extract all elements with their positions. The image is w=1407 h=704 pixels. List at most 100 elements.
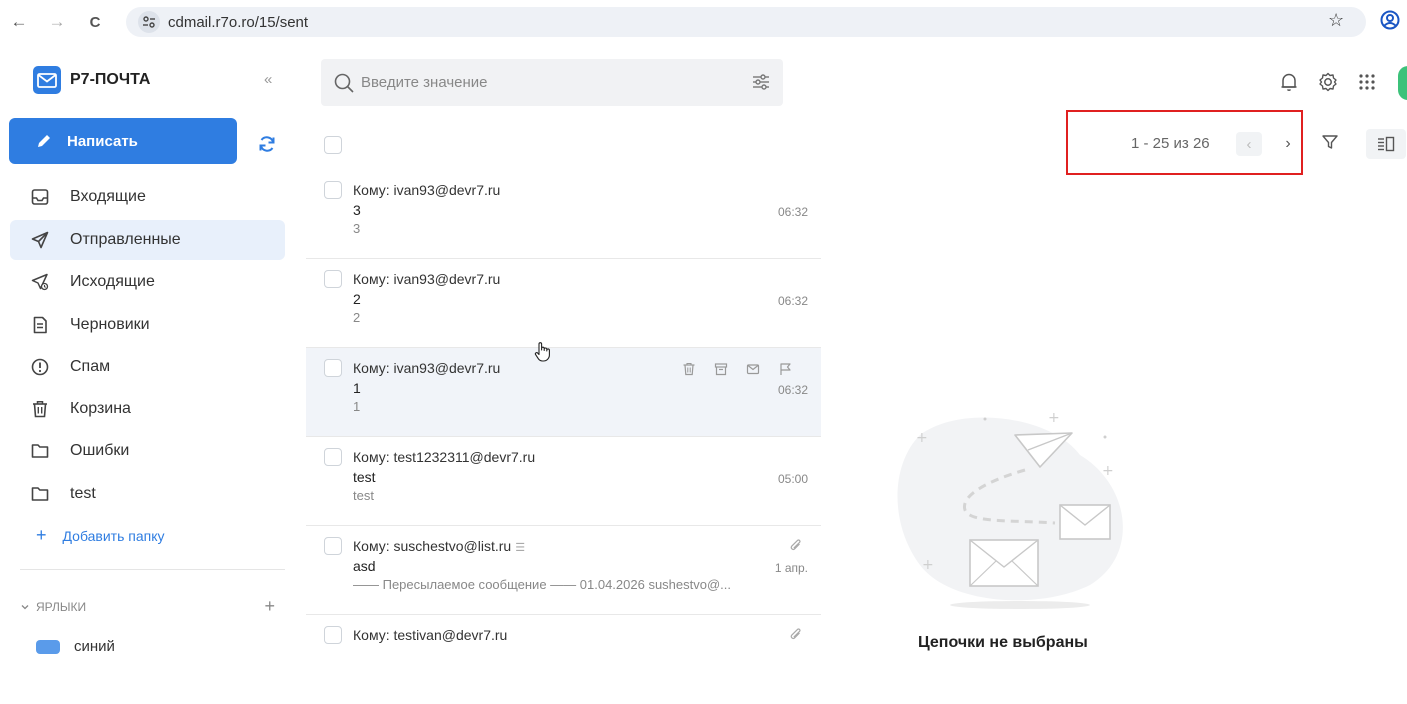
message-row[interactable]: Кому: ivan93@devr7.ru 2 2 06:32	[306, 259, 821, 348]
previous-page-button[interactable]: ‹	[1236, 132, 1262, 156]
folder-label: Корзина	[70, 400, 131, 417]
message-checkbox[interactable]	[324, 537, 342, 555]
message-checkbox[interactable]	[324, 270, 342, 288]
site-settings-icon[interactable]	[138, 11, 160, 33]
search-input[interactable]: Введите значение	[321, 59, 783, 106]
folder-errors[interactable]: Ошибки	[10, 431, 285, 471]
gear-icon[interactable]	[1317, 70, 1339, 94]
bookmark-star-icon[interactable]: ☆	[1328, 10, 1344, 31]
split-view-icon	[1378, 136, 1395, 152]
labels-heading: ЯРЛЫКИ	[36, 599, 87, 614]
mark-read-icon[interactable]	[746, 362, 760, 376]
folder-trash[interactable]: Корзина	[10, 389, 285, 429]
message-row[interactable]: Кому: suschestvo@list.ru ☰ asd —— Пересыл…	[306, 526, 821, 615]
message-recipient: Кому: test1232311@devr7.ru	[353, 449, 536, 465]
message-checkbox[interactable]	[324, 359, 342, 377]
folder-label: Ошибки	[70, 442, 130, 459]
trash-icon	[33, 401, 47, 418]
message-recipient: Кому: ivan93@devr7.ru	[353, 360, 501, 376]
svg-text:+: +	[1048, 410, 1060, 426]
folder-spam[interactable]: Спам	[10, 347, 285, 387]
message-time: 06:32	[777, 294, 808, 308]
message-checkbox[interactable]	[324, 181, 342, 199]
address-bar[interactable]: cdmail.r7o.ro/15/sent	[126, 7, 1366, 37]
apps-grid-icon[interactable]	[1357, 70, 1377, 94]
folder-drafts[interactable]: Черновики	[10, 305, 285, 345]
message-checkbox[interactable]	[324, 626, 342, 644]
folder-icon	[31, 487, 49, 501]
message-actions	[682, 362, 792, 376]
thread-icon: ☰	[515, 542, 526, 554]
pagination-range: 1 - 25 из 26	[1131, 135, 1210, 152]
next-page-button[interactable]: ›	[1278, 132, 1298, 156]
attachment-icon	[789, 627, 803, 648]
message-time: 06:32	[777, 205, 808, 219]
url-text: cdmail.r7o.ro/15/sent	[168, 13, 309, 31]
reload-icon[interactable]: C	[84, 11, 106, 33]
inbox-icon	[31, 189, 49, 205]
folder-label: Черновики	[70, 316, 150, 333]
chevron-down-icon	[21, 604, 29, 609]
layout-toggle-button[interactable]	[1366, 129, 1406, 159]
folder-sent[interactable]: Отправленные	[10, 220, 285, 260]
search-placeholder: Введите значение	[361, 74, 488, 91]
compose-label: Написать	[67, 132, 138, 150]
labels-section-header[interactable]: ЯРЛЫКИ +	[20, 596, 275, 617]
folder-label: Спам	[70, 358, 111, 375]
add-folder-button[interactable]: + Добавить папку	[36, 525, 165, 546]
message-recipient: Кому: ivan93@devr7.ru	[353, 182, 501, 198]
empty-state-text: Цепочки не выбраны	[918, 634, 1088, 651]
message-row[interactable]: Кому: ivan93@devr7.ru 1 1 06:32	[306, 348, 821, 437]
bell-icon[interactable]	[1279, 70, 1299, 94]
message-preview: 3	[353, 221, 361, 236]
drafts-icon	[33, 316, 47, 334]
message-preview: 2	[353, 310, 361, 325]
folder-inbox[interactable]: Входящие	[10, 177, 285, 217]
message-checkbox[interactable]	[324, 448, 342, 466]
folder-test[interactable]: test	[10, 474, 285, 514]
select-all-checkbox[interactable]	[324, 136, 342, 154]
attachment-icon	[789, 538, 803, 559]
search-icon	[334, 73, 354, 93]
spam-icon	[31, 358, 49, 376]
message-preview: —— Пересылаемое сообщение —— 01.04.2026 …	[353, 577, 732, 592]
folder-label: Исходящие	[70, 273, 155, 290]
message-subject: asd	[353, 558, 376, 574]
search-settings-icon[interactable]	[751, 72, 771, 96]
refresh-icon[interactable]	[257, 134, 277, 154]
outbox-icon	[31, 273, 49, 291]
add-label-button[interactable]: +	[264, 596, 275, 617]
message-row[interactable]: Кому: ivan93@devr7.ru 3 3 06:32	[306, 170, 821, 259]
message-row[interactable]: Кому: testivan@devr7.ru	[306, 615, 821, 704]
message-row[interactable]: Кому: test1232311@devr7.ru test test 05:…	[306, 437, 821, 526]
svg-text:+: +	[916, 430, 928, 446]
message-list: Кому: ivan93@devr7.ru 3 3 06:32 Кому: iv…	[306, 170, 821, 704]
back-icon[interactable]: ←	[8, 11, 30, 33]
label-name: синий	[74, 638, 115, 655]
archive-icon[interactable]	[714, 362, 728, 376]
pencil-icon	[38, 135, 50, 147]
folder-label: Отправленные	[70, 231, 181, 248]
delete-icon[interactable]	[682, 362, 696, 376]
user-avatar[interactable]	[1398, 66, 1407, 100]
flag-icon[interactable]	[778, 362, 792, 376]
folder-outbox[interactable]: Исходящие	[10, 262, 285, 302]
label-item[interactable]: синий	[36, 638, 115, 655]
app-logo[interactable]: Р7-ПОЧТА	[32, 65, 150, 95]
message-recipient: Кому: testivan@devr7.ru	[353, 627, 508, 643]
add-folder-label: Добавить папку	[62, 527, 165, 544]
plus-icon: +	[36, 525, 47, 545]
message-preview: 1	[353, 399, 361, 414]
message-time: 1 апр.	[774, 561, 808, 575]
profile-icon[interactable]	[1380, 10, 1400, 30]
folder-icon	[31, 444, 49, 458]
empty-state-illustration: + + + +	[880, 395, 1140, 615]
label-color-icon	[36, 639, 60, 654]
svg-text:+: +	[1102, 463, 1114, 479]
compose-button[interactable]: Написать	[9, 118, 237, 164]
collapse-sidebar-icon[interactable]: «	[264, 71, 272, 88]
browser-toolbar: ← → C cdmail.r7o.ro/15/sent ☆	[0, 0, 1407, 44]
filter-icon[interactable]	[1321, 133, 1339, 156]
sidebar-divider	[20, 569, 285, 570]
forward-icon[interactable]: →	[46, 11, 68, 33]
